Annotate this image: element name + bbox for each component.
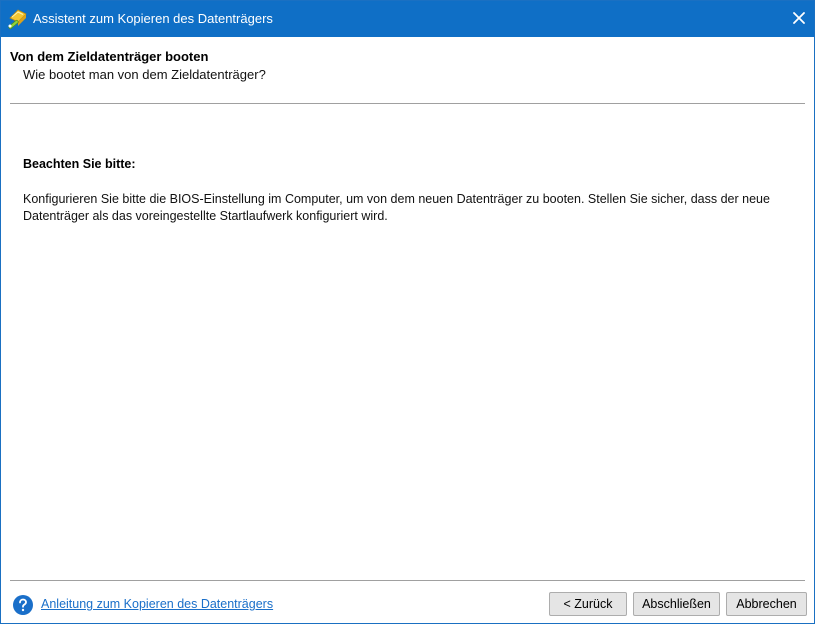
page-title: Von dem Zieldatenträger booten: [10, 49, 209, 64]
back-button[interactable]: < Zurück: [549, 592, 627, 616]
close-icon: [793, 12, 805, 24]
finish-button[interactable]: Abschließen: [633, 592, 720, 616]
wizard-window: Assistent zum Kopieren des Datenträgers …: [0, 0, 815, 624]
title-bar[interactable]: Assistent zum Kopieren des Datenträgers: [1, 1, 814, 37]
footer-divider: [10, 580, 805, 581]
cancel-button[interactable]: Abbrechen: [726, 592, 807, 616]
help-link[interactable]: Anleitung zum Kopieren des Datenträgers: [41, 597, 273, 611]
window-title: Assistent zum Kopieren des Datenträgers: [33, 11, 273, 26]
page-subtitle: Wie bootet man von dem Zieldatenträger?: [23, 67, 266, 82]
help-icon[interactable]: [12, 594, 34, 616]
note-text: Konfigurieren Sie bitte die BIOS-Einstel…: [23, 192, 770, 223]
wizard-wand-icon: [8, 9, 27, 30]
header-divider: [10, 103, 805, 104]
close-button[interactable]: [784, 1, 814, 35]
note-heading: Beachten Sie bitte:: [23, 157, 136, 171]
